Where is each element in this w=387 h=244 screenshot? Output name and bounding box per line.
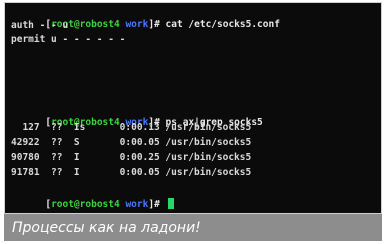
caption-bar: Процессы как на ладони! [4, 214, 382, 241]
process-row: 91781 ?? I 0:00.05 /usr/bin/socks5 [11, 167, 252, 178]
terminal-output-line: auth - - u [11, 20, 69, 31]
terminal-line-prompt-cat: [root@robost4 work]# cat /etc/socks5.con… [11, 5, 280, 30]
prompt-symbol: # [154, 19, 160, 30]
image-caption: Процессы как на ладони! [12, 220, 201, 236]
screenshot-frame: [root@robost4 work]# cat /etc/socks5.con… [0, 0, 387, 244]
prompt-dir: work [125, 199, 149, 210]
process-row: 90780 ?? I 0:00.25 /usr/bin/socks5 [11, 152, 252, 163]
terminal-output-line: permit u - - - - - - [11, 34, 126, 45]
prompt-user-host: root@robost4 [51, 199, 120, 210]
prompt-symbol: # [154, 199, 160, 210]
terminal-line-prompt-active[interactable]: [root@robost4 work]# [11, 185, 174, 210]
command-text: cat /etc/socks5.conf [165, 19, 280, 30]
terminal-window[interactable]: [root@robost4 work]# cat /etc/socks5.con… [4, 2, 382, 214]
prompt-dir: work [125, 19, 149, 30]
process-row: 127 ?? Is 0:00.13 /usr/bin/socks5 [11, 122, 252, 133]
terminal-line-prompt-ps: [root@robost4 work]# ps ax|grep socks5 [11, 103, 262, 128]
terminal-cursor [167, 198, 174, 209]
process-row: 42922 ?? S 0:00.05 /usr/bin/socks5 [11, 137, 252, 148]
